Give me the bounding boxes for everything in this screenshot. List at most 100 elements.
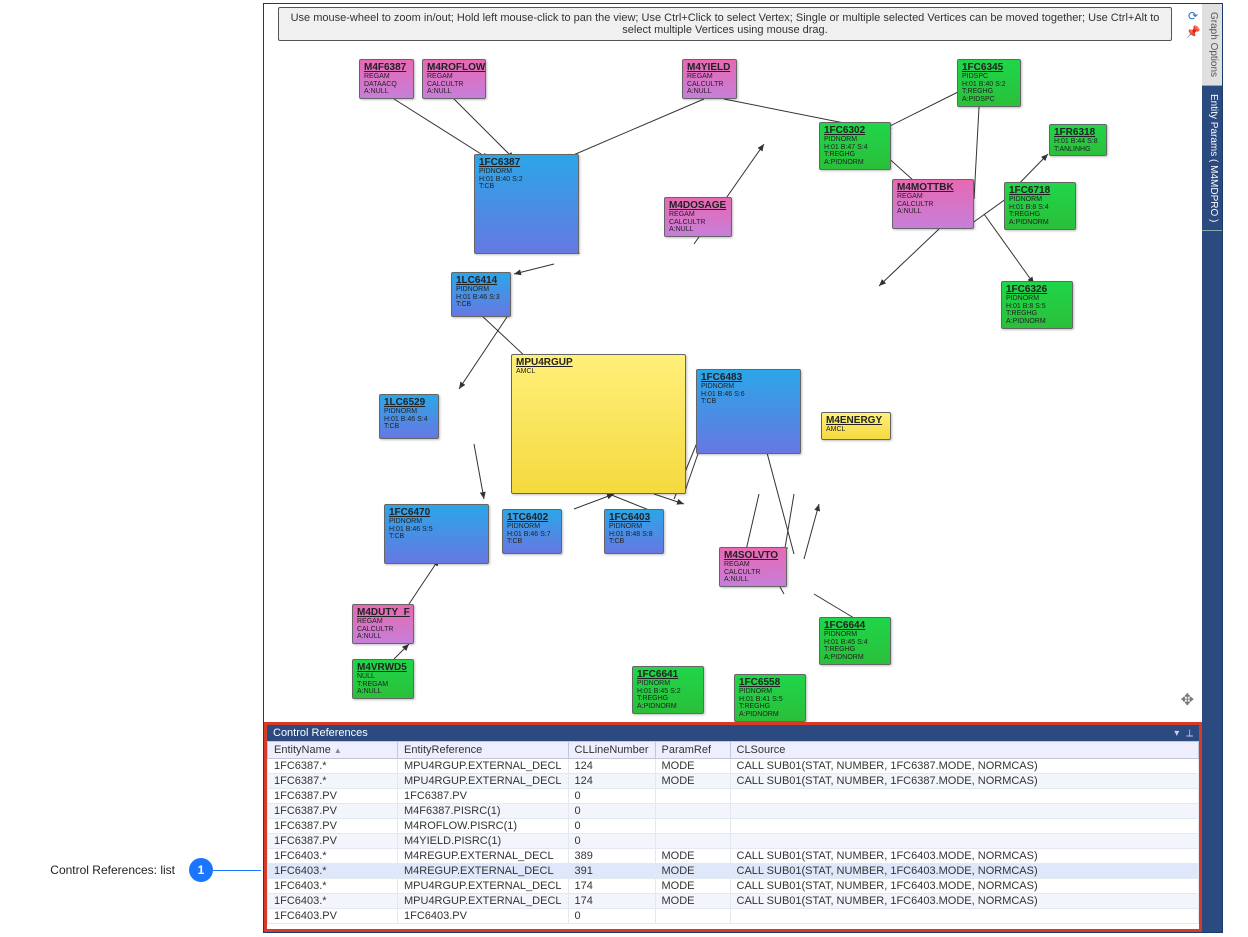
cell: 0 [568,834,655,849]
cell: 389 [568,849,655,864]
grid-scroll[interactable]: EntityName ▲ EntityReference CLLineNumbe… [267,741,1199,925]
node-1fc6641[interactable]: 1FC6641PIDNORMH:01 B:45 S:2T:REGHG A:PID… [632,666,704,714]
cell: 0 [568,819,655,834]
cell: M4F6387.PISRC(1) [398,804,569,819]
cell: 124 [568,759,655,774]
control-references-grid[interactable]: EntityName ▲ EntityReference CLLineNumbe… [267,741,1199,924]
table-row[interactable]: 1FC6403.*M4REGUP.EXTERNAL_DECL391MODECAL… [268,864,1199,879]
node-m4vrwd5[interactable]: M4VRWD5NULLT:REGAM A:NULL [352,659,414,699]
callout-badge: 1 [189,858,213,882]
node-1fc6558[interactable]: 1FC6558PIDNORMH:01 B:41 S:5T:REGHG A:PID… [734,674,806,722]
cell: 1FC6387.PV [268,789,398,804]
node-m4duty_f[interactable]: M4DUTY_FREGAMCALCULTRA:NULL [352,604,414,644]
cell [730,804,1199,819]
cell: 174 [568,879,655,894]
node-1lc6529[interactable]: 1LC6529PIDNORMH:01 B:46 S:4T:CB [379,394,439,439]
node-m4f6387[interactable]: M4F6387REGAMDATAACQA:NULL [359,59,414,99]
cell: 1FC6387.* [268,759,398,774]
cell [730,789,1199,804]
panel-control-references: Control References ▾ ⟂ EntityName ▲ Enti… [264,722,1202,932]
cell: CALL SUB01(STAT, NUMBER, 1FC6403.MODE, N… [730,894,1199,909]
cell [655,834,730,849]
cell: MODE [655,759,730,774]
cell: 1FC6387.PV [398,789,569,804]
tab-graph-options[interactable]: Graph Options [1202,4,1222,86]
node-1fc6483[interactable]: 1FC6483PIDNORMH:01 B:46 S:6T:CB [696,369,801,454]
node-1fc6644[interactable]: 1FC6644PIDNORMH:01 B:45 S:4T:REGHG A:PID… [819,617,891,665]
cell [655,909,730,924]
cell: 1FC6403.PV [268,909,398,924]
node-1fc6387[interactable]: 1FC6387PIDNORMH:01 B:40 S:2T:CB [474,154,579,254]
col-cllinenumber[interactable]: CLLineNumber [568,742,655,759]
cell: 124 [568,774,655,789]
node-1fc6403[interactable]: 1FC6403PIDNORMH:01 B:48 S:8T:CB [604,509,664,554]
node-m4roflow[interactable]: M4ROFLOWREGAMCALCULTRA:NULL [422,59,486,99]
table-row[interactable]: 1FC6403.*MPU4RGUP.EXTERNAL_DECL174MODECA… [268,894,1199,909]
node-1fr6318[interactable]: 1FR6318H:01 B:44 S:8T:ANLINHG [1049,124,1107,156]
table-row[interactable]: 1FC6387.PVM4F6387.PISRC(1)0 [268,804,1199,819]
node-1tc6402[interactable]: 1TC6402PIDNORMH:01 B:46 S:7T:CB [502,509,562,554]
cell: 1FC6387.PV [268,819,398,834]
graph-canvas[interactable]: M4F6387REGAMDATAACQA:NULL M4ROFLOWREGAMC… [264,4,1202,724]
cell: MPU4RGUP.EXTERNAL_DECL [398,759,569,774]
cell [655,789,730,804]
panel-pin-icon[interactable]: ⟂ [1186,728,1193,739]
cell: 1FC6403.* [268,849,398,864]
node-m4mottbk[interactable]: M4MOTTBKREGAMCALCULTRA:NULL [892,179,974,229]
cell: 1FC6403.* [268,879,398,894]
col-paramref[interactable]: ParamRef [655,742,730,759]
cell: 391 [568,864,655,879]
cell: MPU4RGUP.EXTERNAL_DECL [398,894,569,909]
panel-header[interactable]: Control References ▾ ⟂ [267,725,1199,741]
cell: CALL SUB01(STAT, NUMBER, 1FC6387.MODE, N… [730,759,1199,774]
cell: 1FC6403.PV [398,909,569,924]
cell [730,909,1199,924]
cell [655,804,730,819]
table-row[interactable]: 1FC6387.*MPU4RGUP.EXTERNAL_DECL124MODECA… [268,759,1199,774]
cell: MODE [655,864,730,879]
col-entityname[interactable]: EntityName ▲ [268,742,398,759]
cell: 1FC6387.* [268,774,398,789]
cell: 1FC6403.* [268,864,398,879]
cell: 1FC6387.PV [268,834,398,849]
table-row[interactable]: 1FC6403.*M4REGUP.EXTERNAL_DECL389MODECAL… [268,849,1199,864]
cell: MPU4RGUP.EXTERNAL_DECL [398,879,569,894]
node-1lc6414[interactable]: 1LC6414PIDNORMH:01 B:46 S:3T:CB [451,272,511,317]
cell: 174 [568,894,655,909]
node-m4yield[interactable]: M4YIELDREGAMCALCULTRA:NULL [682,59,737,99]
node-1fc6345[interactable]: 1FC6345PIDSPCH:01 B:40 S:2T:REGHG A:PIDS… [957,59,1021,107]
node-m4energy[interactable]: M4ENERGYAMCL [821,412,891,440]
cell: MPU4RGUP.EXTERNAL_DECL [398,774,569,789]
cell: M4REGUP.EXTERNAL_DECL [398,849,569,864]
cell: MODE [655,894,730,909]
cell: 0 [568,909,655,924]
table-row[interactable]: 1FC6387.PVM4YIELD.PISRC(1)0 [268,834,1199,849]
table-row[interactable]: 1FC6387.PV1FC6387.PV0 [268,789,1199,804]
cell: MODE [655,849,730,864]
move-icon[interactable]: ✥ [1181,690,1194,710]
node-m4dosage[interactable]: M4DOSAGEREGAMCALCULTRA:NULL [664,197,732,237]
tab-entity-params[interactable]: Entity Params ( M4MDPRO ) [1202,86,1222,231]
col-entityreference[interactable]: EntityReference [398,742,569,759]
cell: CALL SUB01(STAT, NUMBER, 1FC6403.MODE, N… [730,849,1199,864]
panel-title: Control References [273,727,368,739]
node-m4solvto[interactable]: M4SOLVTOREGAMCALCULTRA:NULL [719,547,787,587]
table-row[interactable]: 1FC6403.*MPU4RGUP.EXTERNAL_DECL174MODECA… [268,879,1199,894]
col-clsource[interactable]: CLSource [730,742,1199,759]
cell: M4YIELD.PISRC(1) [398,834,569,849]
node-1fc6718[interactable]: 1FC6718PIDNORMH:01 B:8 S:4T:REGHG A:PIDN… [1004,182,1076,230]
table-row[interactable]: 1FC6403.PV1FC6403.PV0 [268,909,1199,924]
cell: CALL SUB01(STAT, NUMBER, 1FC6403.MODE, N… [730,864,1199,879]
cell: 0 [568,789,655,804]
panel-menu-icon[interactable]: ▾ [1174,728,1179,739]
node-mpu4rgup[interactable]: MPU4RGUPAMCL [511,354,686,494]
cell: MODE [655,879,730,894]
table-row[interactable]: 1FC6387.PVM4ROFLOW.PISRC(1)0 [268,819,1199,834]
node-1fc6302[interactable]: 1FC6302PIDNORMH:01 B:47 S:4T:REGHG A:PID… [819,122,891,170]
cell: M4REGUP.EXTERNAL_DECL [398,864,569,879]
node-1fc6470[interactable]: 1FC6470PIDNORMH:01 B:46 S:5T:CB [384,504,489,564]
callout-line [213,870,261,871]
node-1fc6326[interactable]: 1FC6326PIDNORMH:01 B:8 S:5T:REGHG A:PIDN… [1001,281,1073,329]
cell: CALL SUB01(STAT, NUMBER, 1FC6387.MODE, N… [730,774,1199,789]
table-row[interactable]: 1FC6387.*MPU4RGUP.EXTERNAL_DECL124MODECA… [268,774,1199,789]
